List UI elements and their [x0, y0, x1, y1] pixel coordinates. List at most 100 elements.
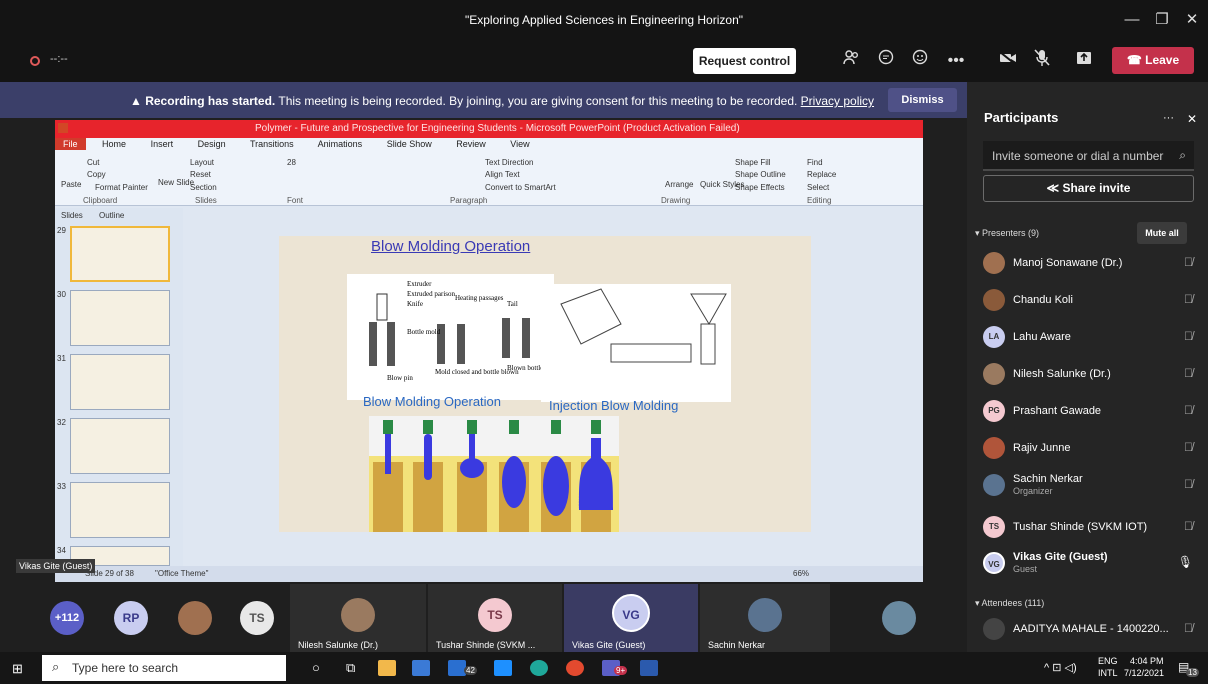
avatar[interactable]: [882, 601, 916, 635]
participant-row[interactable]: LA Lahu Aware 🎙̸: [983, 322, 1199, 352]
ppt-tab-review[interactable]: Review: [456, 139, 486, 149]
presenters-section-header[interactable]: ▾ Presenters (9): [975, 228, 1039, 239]
share-invite-button[interactable]: ≪ Share invite: [983, 175, 1194, 202]
shape-effects-button[interactable]: Shape Effects: [735, 183, 785, 192]
participant-name: Manoj Sonawane (Dr.): [1013, 257, 1123, 269]
cortana-icon[interactable]: ○: [312, 660, 320, 675]
video-tile[interactable]: Sachin Nerkar: [700, 584, 830, 652]
dismiss-button[interactable]: Dismiss: [888, 88, 957, 112]
ppt-tab-insert[interactable]: Insert: [151, 139, 174, 149]
arrange-button[interactable]: Arrange: [665, 180, 693, 189]
ppt-tab-animations[interactable]: Animations: [318, 139, 363, 149]
request-control-button[interactable]: Request control: [693, 48, 796, 74]
participant-row[interactable]: Sachin Nerkar Organizer 🎙̸: [983, 470, 1199, 506]
align-text-button[interactable]: Align Text: [485, 170, 520, 179]
mute-all-button[interactable]: Mute all: [1137, 222, 1187, 244]
slide-thumbnail[interactable]: [70, 226, 170, 282]
share-icon: ≪: [1046, 181, 1063, 195]
avatar[interactable]: [178, 601, 212, 635]
participant-row[interactable]: Nilesh Salunke (Dr.) 🎙̸: [983, 359, 1199, 389]
format-painter-button[interactable]: Format Painter: [95, 183, 148, 192]
camera-off-icon[interactable]: [996, 49, 1020, 73]
more-icon[interactable]: •••: [944, 49, 968, 73]
participant-row[interactable]: Manoj Sonawane (Dr.) 🎙̸: [983, 248, 1199, 278]
participant-name: Prashant Gawade: [1013, 405, 1102, 417]
store-icon[interactable]: [412, 660, 430, 676]
ppt-tab-design[interactable]: Design: [198, 139, 226, 149]
slide-thumbnail[interactable]: [70, 290, 170, 346]
select-button[interactable]: Select: [807, 183, 829, 192]
share-icon[interactable]: [1072, 49, 1096, 73]
pane-tab-outline[interactable]: Outline: [99, 211, 124, 220]
participant-row[interactable]: TS Tushar Shinde (SVKM IOT) 🎙̸: [983, 512, 1199, 542]
shape-fill-button[interactable]: Shape Fill: [735, 158, 771, 167]
participant-row[interactable]: AADITYA MAHALE - 1400220... 🎙̸: [983, 614, 1199, 644]
tile-name: Sachin Nerkar: [708, 640, 766, 650]
word-icon[interactable]: [640, 660, 658, 676]
reactions-icon[interactable]: [908, 49, 932, 73]
restore-button[interactable]: ❐: [1150, 9, 1174, 31]
avatar[interactable]: TS: [240, 601, 274, 635]
close-icon[interactable]: ✕: [1187, 112, 1197, 126]
participant-name: Nilesh Salunke (Dr.): [1013, 368, 1111, 380]
windows-start-icon[interactable]: ⊞: [12, 661, 23, 677]
mic-off-icon: 🎙̸: [1184, 255, 1193, 269]
task-view-icon[interactable]: ⧉: [346, 660, 355, 676]
slide-thumbnail[interactable]: [70, 418, 170, 474]
people-icon[interactable]: [840, 49, 864, 73]
ppt-tab-transitions[interactable]: Transitions: [250, 139, 294, 149]
phone-icon: ☎: [1126, 53, 1146, 67]
slide-thumbnail[interactable]: [70, 482, 170, 538]
ppt-tab-file[interactable]: File: [55, 138, 86, 150]
ppt-tab-slideshow[interactable]: Slide Show: [387, 139, 432, 149]
layout-button[interactable]: Layout: [190, 158, 214, 167]
bottle-stages-image: [369, 416, 619, 532]
ppt-tab-home[interactable]: Home: [102, 139, 126, 149]
overflow-count[interactable]: +112: [50, 601, 84, 635]
video-tile[interactable]: VG Vikas Gite (Guest): [564, 584, 698, 652]
avatar[interactable]: RP: [114, 601, 148, 635]
cut-button[interactable]: Cut: [87, 158, 99, 167]
copy-button[interactable]: Copy: [87, 170, 106, 179]
language-layout[interactable]: INTL: [1098, 668, 1118, 678]
search-input[interactable]: ⌕ Type here to search: [42, 655, 286, 681]
slide-thumbnail[interactable]: [70, 354, 170, 410]
text-direction-button[interactable]: Text Direction: [485, 158, 533, 167]
tray-icons[interactable]: ^ ⊡ ◁): [1044, 661, 1077, 674]
shape-outline-button[interactable]: Shape Outline: [735, 170, 786, 179]
edge-icon[interactable]: [530, 660, 548, 676]
attendees-section-header[interactable]: ▾ Attendees (111): [975, 598, 1044, 609]
participant-row[interactable]: PG Prashant Gawade 🎙̸: [983, 396, 1199, 426]
paste-button[interactable]: Paste: [61, 180, 81, 189]
close-button[interactable]: ✕: [1180, 9, 1204, 31]
minimize-button[interactable]: —: [1120, 9, 1144, 31]
find-button[interactable]: Find: [807, 158, 823, 167]
replace-button[interactable]: Replace: [807, 170, 836, 179]
privacy-policy-link[interactable]: Privacy policy: [801, 94, 874, 108]
language-indicator[interactable]: ENG: [1098, 656, 1118, 666]
ppt-ribbon: File Home Insert Design Transitions Anim…: [55, 138, 923, 206]
current-slide: Blow Molding Operation Extruder Extruded…: [279, 236, 811, 532]
panel-more-icon[interactable]: ···: [1163, 112, 1174, 124]
video-tile[interactable]: TS Tushar Shinde (SVKM ...: [428, 584, 562, 652]
chat-icon[interactable]: [874, 49, 898, 73]
participant-row[interactable]: Chandu Koli 🎙̸: [983, 285, 1199, 315]
invite-input[interactable]: Invite someone or dial a number ⌕: [983, 141, 1194, 171]
clock-time[interactable]: 4:04 PM: [1130, 656, 1164, 666]
clock-date[interactable]: 7/12/2021: [1124, 668, 1164, 678]
avatar: LA: [983, 326, 1005, 348]
ppt-tab-view[interactable]: View: [510, 139, 529, 149]
participant-row[interactable]: VG Vikas Gite (Guest) Guest 🎙: [983, 548, 1199, 584]
pane-tab-slides[interactable]: Slides: [61, 211, 83, 220]
font-size-select[interactable]: 28: [287, 158, 296, 167]
video-tile[interactable]: Nilesh Salunke (Dr.): [290, 584, 426, 652]
mic-off-icon[interactable]: [1030, 49, 1054, 73]
zoom-level[interactable]: 66%: [793, 569, 809, 578]
leave-button[interactable]: ☎ Leave: [1112, 47, 1194, 74]
convert-smartart-button[interactable]: Convert to SmartArt: [485, 183, 556, 192]
new-slide-button[interactable]: New Slide: [158, 178, 194, 187]
edge-legacy-icon[interactable]: [494, 660, 512, 676]
file-explorer-icon[interactable]: [378, 660, 396, 676]
participant-row[interactable]: Rajiv Junne 🎙̸: [983, 433, 1199, 463]
chrome-icon[interactable]: [566, 660, 584, 676]
